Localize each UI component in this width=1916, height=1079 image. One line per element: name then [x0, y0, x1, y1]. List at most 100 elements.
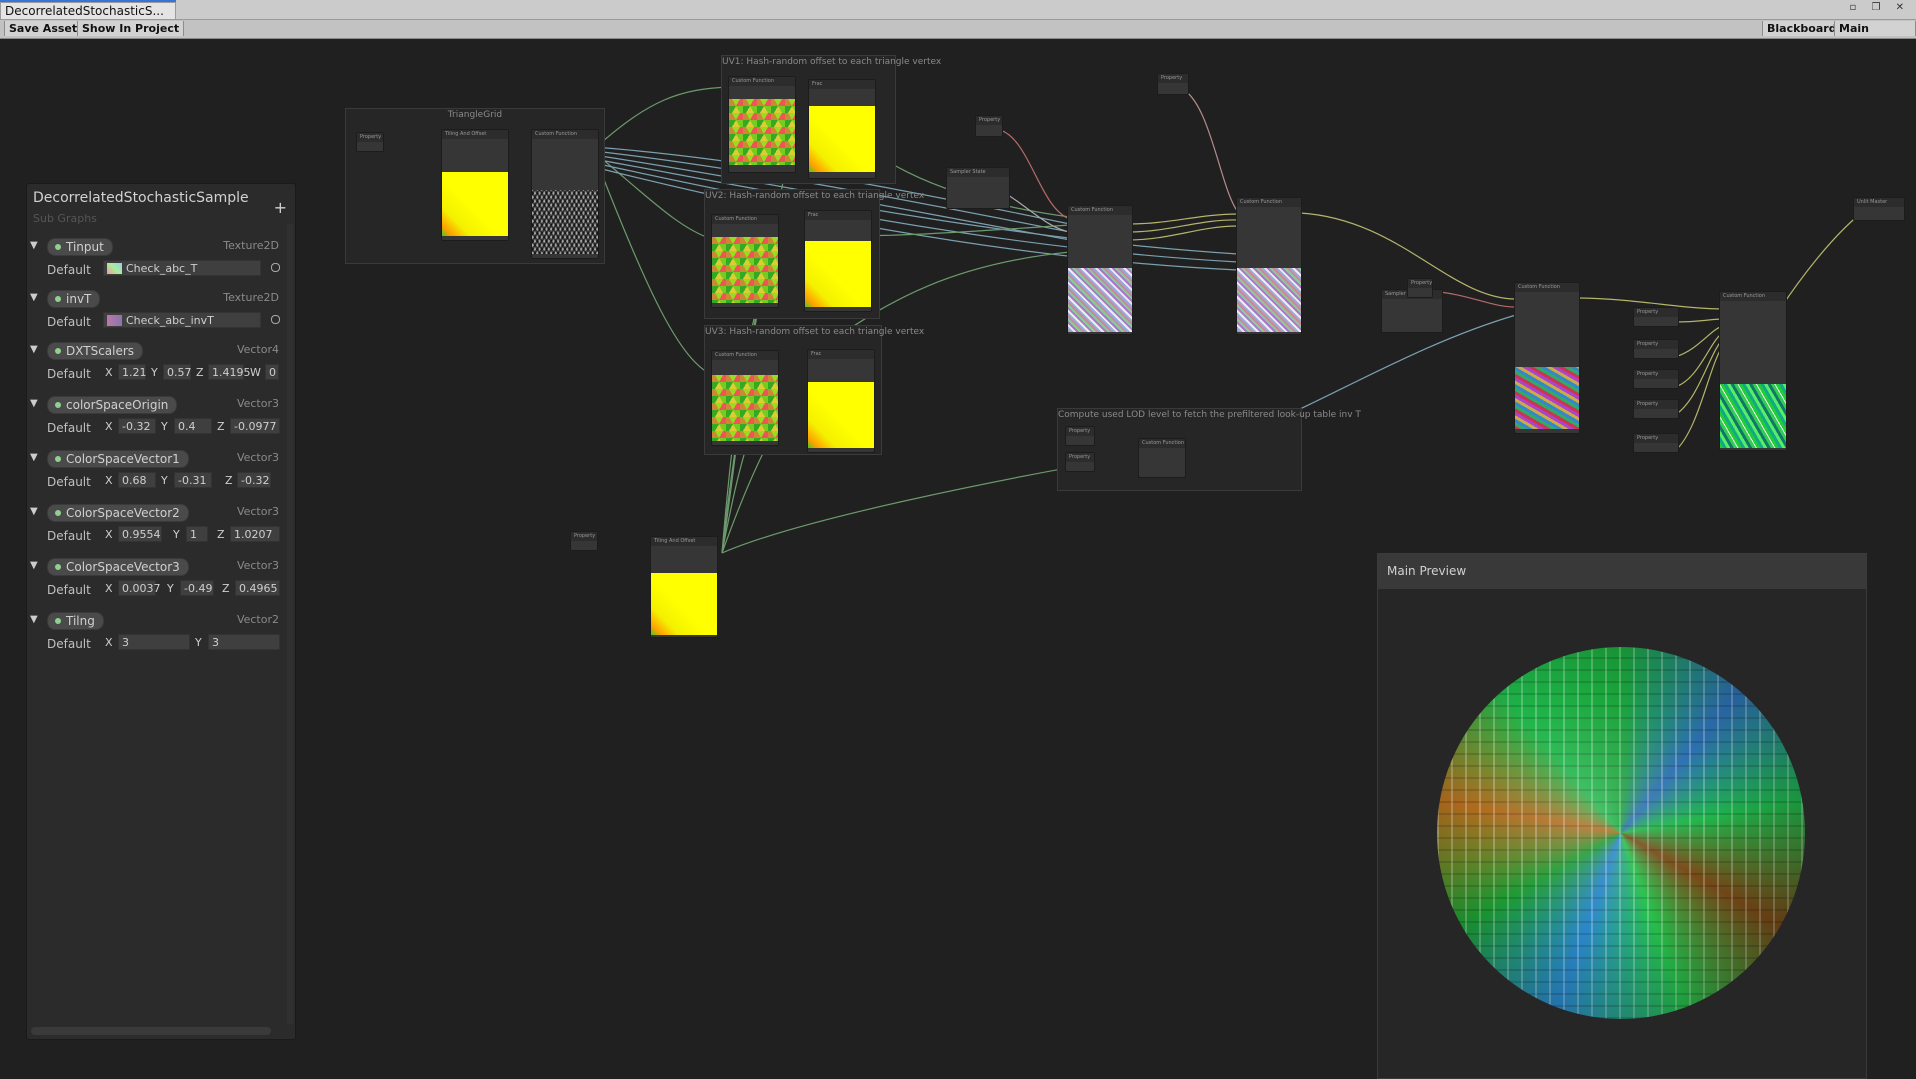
add-property-button[interactable]: +	[274, 198, 287, 217]
z-field[interactable]: -0.32	[237, 472, 271, 488]
custom-function-node[interactable]: Custom Function	[1138, 438, 1186, 478]
main-preview-toggle-button[interactable]: Main Preview	[1834, 21, 1916, 50]
property-node[interactable]: Property	[1633, 369, 1679, 389]
custom-function-node[interactable]: Custom Function	[728, 76, 796, 173]
property-pill[interactable]: DXTScalers	[47, 342, 144, 360]
chevron-down-icon[interactable]: ▼	[30, 560, 38, 571]
exposed-dot-icon	[55, 244, 61, 250]
custom-function-node[interactable]: Custom Function	[1719, 291, 1787, 451]
property-node[interactable]: Property	[356, 132, 384, 152]
default-label: Default	[47, 421, 91, 435]
x-field[interactable]: 0.68	[118, 472, 156, 488]
y-field[interactable]: -0.31	[174, 472, 212, 488]
z-field[interactable]: 0.4965	[235, 580, 280, 596]
window-controls[interactable]: ▫ ❐ ✕	[1850, 2, 1910, 13]
object-picker-icon[interactable]	[271, 315, 280, 324]
node-title: Unlit Master	[1854, 198, 1904, 207]
x-field[interactable]: 1.21	[118, 364, 147, 380]
z-field[interactable]: -0.0977	[230, 418, 280, 434]
property-name: invT	[66, 292, 92, 306]
chevron-down-icon[interactable]: ▼	[30, 452, 38, 463]
property-pill[interactable]: colorSpaceOrigin	[47, 396, 178, 414]
group-triangle-grid[interactable]: TriangleGrid Property Tiling And Offset …	[345, 108, 605, 264]
main-preview-panel[interactable]: Main Preview	[1377, 553, 1867, 1079]
property-node[interactable]: Property	[1407, 278, 1433, 298]
property-node[interactable]: Property	[1065, 426, 1095, 446]
blackboard-subtitle: Sub Graphs	[33, 212, 97, 225]
group-lod[interactable]: Compute used LOD level to fetch the pref…	[1057, 408, 1361, 491]
x-field[interactable]: 3	[118, 634, 190, 650]
show-in-project-button[interactable]: Show In Project	[77, 21, 185, 36]
node-preview	[532, 190, 598, 254]
axis-label-x: X	[105, 420, 113, 433]
node-preview	[1068, 268, 1132, 332]
axis-label-y: Y	[173, 528, 180, 541]
blackboard-horizontal-scrollbar[interactable]	[31, 1027, 271, 1035]
property-pill[interactable]: ColorSpaceVector3	[47, 558, 189, 576]
editor-tab[interactable]: DecorrelatedStochasticS...	[0, 2, 176, 19]
property-pill[interactable]: Tilng	[47, 612, 104, 630]
object-picker-icon[interactable]	[271, 263, 280, 272]
property-pill[interactable]: invT	[47, 290, 101, 308]
axis-label-y: Y	[151, 366, 158, 379]
custom-function-node[interactable]: Custom Function	[1067, 205, 1133, 335]
property-node[interactable]: Property	[975, 115, 1003, 137]
chevron-down-icon[interactable]: ▼	[30, 240, 38, 251]
default-label: Default	[47, 583, 91, 597]
unlit-master-node[interactable]: Unlit Master	[1853, 197, 1905, 221]
custom-function-node[interactable]: Custom Function	[531, 129, 599, 259]
y-field[interactable]: 0.57	[163, 364, 192, 380]
z-field[interactable]: 1.4195	[208, 364, 251, 380]
frac-node[interactable]: Frac	[804, 210, 872, 312]
property-node[interactable]: Property	[1633, 339, 1679, 359]
chevron-down-icon[interactable]: ▼	[30, 398, 38, 409]
property-node[interactable]: Property	[1633, 307, 1679, 327]
blackboard-vertical-scrollbar[interactable]	[287, 224, 293, 1024]
property-node[interactable]: Property	[1065, 452, 1095, 472]
property-node[interactable]: Property	[1633, 433, 1679, 453]
group-uv2[interactable]: UV2: Hash-random offset to each triangle…	[704, 189, 925, 319]
custom-function-node[interactable]: Custom Function	[711, 214, 779, 308]
x-field[interactable]: 0.0037	[118, 580, 161, 596]
chevron-down-icon[interactable]: ▼	[30, 506, 38, 517]
z-field[interactable]: 1.0207	[230, 526, 280, 542]
custom-function-node[interactable]: Custom Function	[1236, 197, 1302, 335]
texture-field[interactable]: Check_abc_T	[103, 260, 261, 276]
blackboard-toggle-button[interactable]: Blackboard	[1762, 21, 1842, 36]
group-uv1[interactable]: UV1: Hash-random offset to each triangle…	[721, 55, 941, 184]
property-node[interactable]: Property	[1633, 399, 1679, 419]
property-type: Vector2	[236, 613, 279, 626]
y-field[interactable]: 0.4	[174, 418, 212, 434]
texture-field[interactable]: Check_abc_invT	[103, 312, 261, 328]
tiling-offset-node[interactable]: Tiling And Offset	[441, 129, 509, 241]
sampler-state-node[interactable]: Sampler State	[946, 167, 1010, 209]
x-field[interactable]: 0.9554	[118, 526, 162, 542]
property-colorspaceorigin: ▼ colorSpaceOrigin Vector3 Default X -0.…	[27, 396, 285, 450]
property-node[interactable]: Property	[1157, 73, 1189, 95]
group-title: UV2: Hash-random offset to each triangle…	[705, 191, 925, 201]
property-node[interactable]: Property	[570, 531, 598, 551]
chevron-down-icon[interactable]: ▼	[30, 344, 38, 355]
chevron-down-icon[interactable]: ▼	[30, 292, 38, 303]
x-field[interactable]: -0.32	[118, 418, 156, 434]
main-preview-header[interactable]: Main Preview	[1378, 554, 1866, 589]
axis-label-w: W	[250, 366, 261, 379]
tiling-offset-node[interactable]: Tiling And Offset	[650, 536, 718, 638]
save-asset-button[interactable]: Save Asset	[4, 21, 83, 36]
y-field[interactable]: 3	[208, 634, 280, 650]
chevron-down-icon[interactable]: ▼	[30, 614, 38, 625]
y-field[interactable]: 1	[186, 526, 208, 542]
group-uv3[interactable]: UV3: Hash-random offset to each triangle…	[704, 325, 924, 455]
preview-sphere[interactable]	[1437, 647, 1805, 1019]
exposed-dot-icon	[55, 618, 61, 624]
w-field[interactable]: 0	[265, 364, 279, 380]
y-field[interactable]: -0.49	[180, 580, 214, 596]
frac-node[interactable]: Frac	[808, 79, 876, 179]
custom-function-node[interactable]: Custom Function	[711, 350, 779, 446]
frac-node[interactable]: Frac	[807, 349, 875, 453]
property-pill[interactable]: Tinput	[47, 238, 113, 256]
property-pill[interactable]: ColorSpaceVector1	[47, 450, 189, 468]
property-pill[interactable]: ColorSpaceVector2	[47, 504, 189, 522]
blackboard-panel[interactable]: DecorrelatedStochasticSample Sub Graphs …	[26, 183, 296, 1040]
custom-function-node[interactable]: Custom Function	[1514, 282, 1580, 434]
